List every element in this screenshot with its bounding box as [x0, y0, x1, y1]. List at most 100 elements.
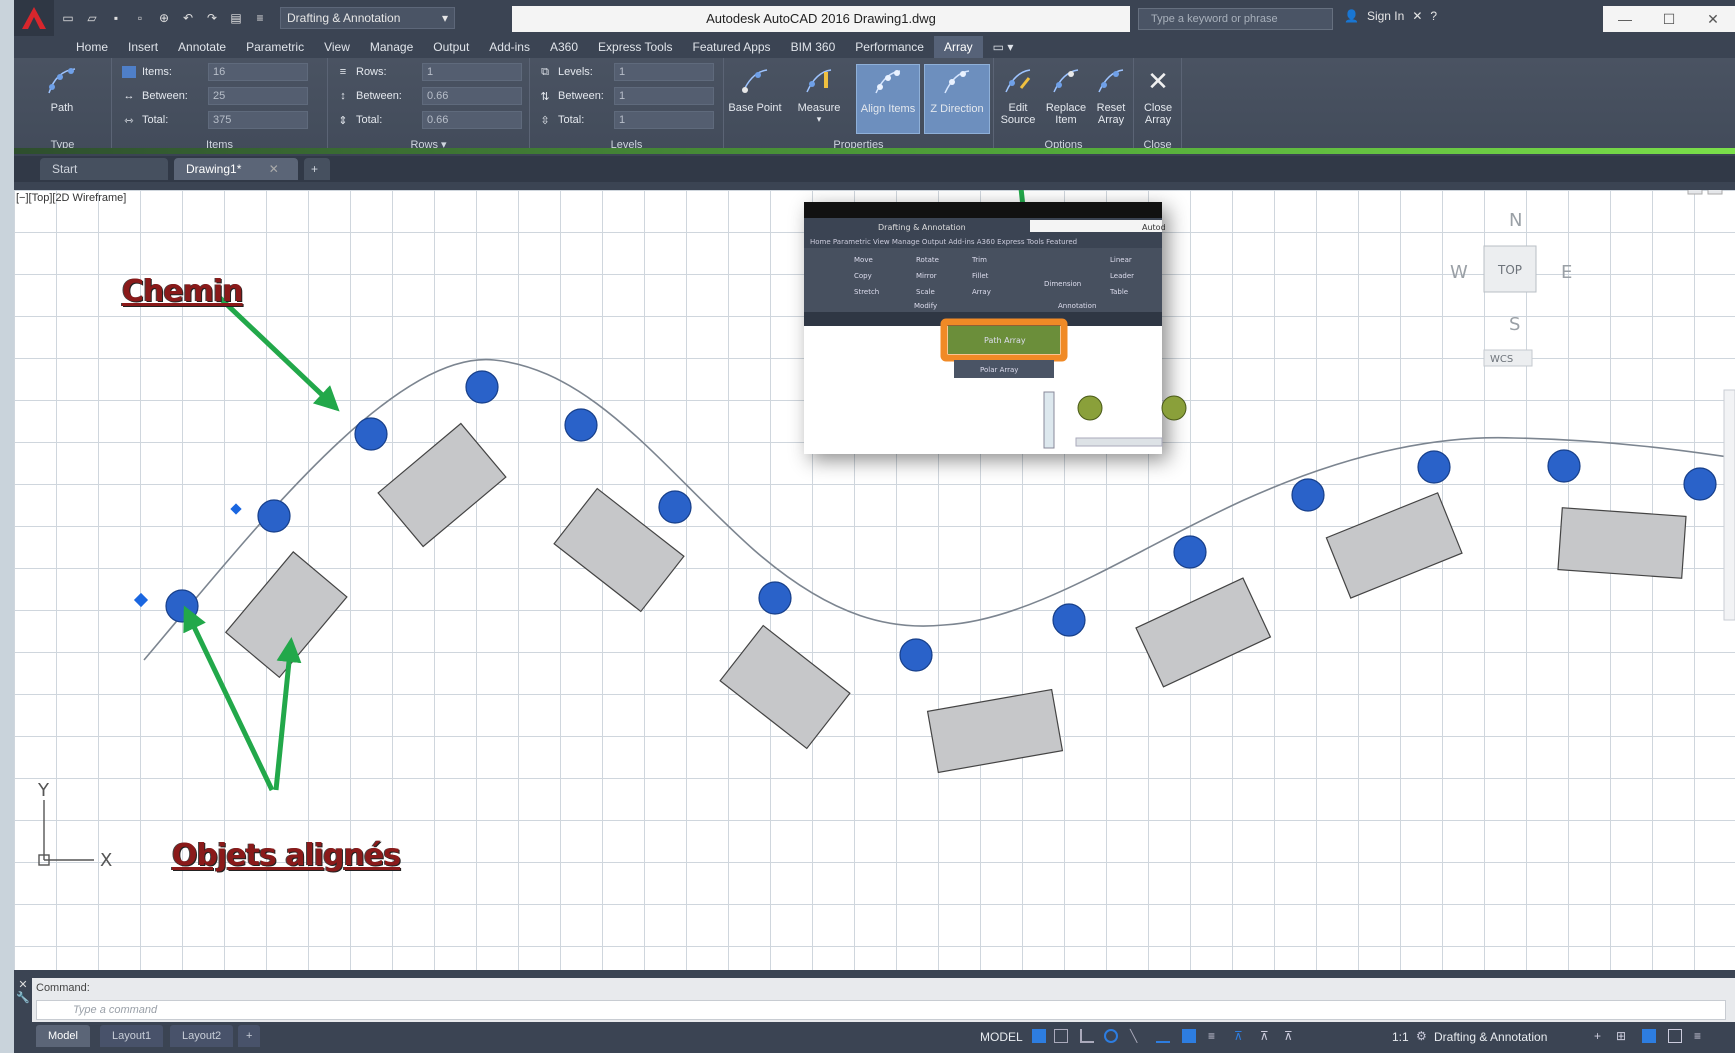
viewcube[interactable]: N W E S TOP WCS: [1450, 210, 1572, 367]
tab-output[interactable]: Output: [423, 36, 479, 58]
close-array-button[interactable]: ✕ Close Array: [1136, 64, 1180, 127]
items-total-input[interactable]: 375: [208, 111, 308, 129]
file-tab-drawing[interactable]: Drawing1* ✕: [174, 158, 298, 180]
share-icon[interactable]: ▤: [226, 8, 246, 28]
tab-home[interactable]: Home: [66, 36, 118, 58]
ortho-icon[interactable]: [1080, 1029, 1094, 1043]
path-grip-mid[interactable]: [230, 503, 242, 515]
command-input[interactable]: Type a command: [36, 1000, 1726, 1020]
annotation-scale-icon[interactable]: ⊼: [1284, 1029, 1298, 1043]
tab-add-ins[interactable]: Add-ins: [479, 36, 540, 58]
fullscreen-icon[interactable]: [1668, 1029, 1682, 1043]
tree-symbol[interactable]: [658, 490, 692, 524]
close-icon[interactable]: ✕: [269, 162, 279, 176]
plot-icon[interactable]: ⊕: [154, 8, 174, 28]
tree-symbol[interactable]: [257, 499, 291, 533]
reset-array-button[interactable]: Reset Array: [1090, 64, 1132, 126]
gear-icon[interactable]: ⚙: [1416, 1029, 1430, 1043]
tab-bim-360[interactable]: BIM 360: [781, 36, 846, 58]
tab-featured-apps[interactable]: Featured Apps: [683, 36, 781, 58]
layout-tab-layout2[interactable]: Layout2: [170, 1025, 234, 1047]
array-box[interactable]: [377, 422, 507, 548]
levels-total-input[interactable]: 1: [614, 111, 714, 129]
ribbon-minimize-icon[interactable]: ▭ ▾: [983, 36, 1024, 58]
layout-tab-layout1[interactable]: Layout1: [100, 1025, 164, 1047]
autocad-logo-icon[interactable]: [14, 0, 54, 36]
sign-in-area[interactable]: 👤 Sign In ✕ ?: [1344, 9, 1437, 23]
tree-symbol[interactable]: [564, 408, 598, 442]
rows-between-input[interactable]: 0.66: [422, 87, 522, 105]
exchange-icon[interactable]: ✕: [1412, 9, 1422, 23]
viewcube-west[interactable]: W: [1450, 262, 1468, 283]
file-tab-start[interactable]: Start: [40, 158, 168, 180]
tree-symbol[interactable]: [1417, 450, 1451, 484]
tree-symbol[interactable]: [354, 417, 388, 451]
tree-symbol[interactable]: [1683, 467, 1717, 501]
units-icon[interactable]: ⊞: [1616, 1029, 1630, 1043]
close-icon[interactable]: ✕: [14, 978, 32, 991]
measure-button[interactable]: Measure ▾: [790, 64, 848, 125]
items-between-input[interactable]: 25: [208, 87, 308, 105]
tab-performance[interactable]: Performance: [845, 36, 934, 58]
save-icon[interactable]: ▪: [106, 8, 126, 28]
tree-symbol[interactable]: [1291, 478, 1325, 512]
plus-icon[interactable]: +: [1594, 1029, 1608, 1043]
levels-between-input[interactable]: 1: [614, 87, 714, 105]
array-box[interactable]: [719, 624, 851, 750]
tree-symbol[interactable]: [165, 589, 199, 623]
workspace-switch[interactable]: Drafting & Annotation: [1434, 1030, 1547, 1044]
array-box[interactable]: [1135, 577, 1272, 688]
annotation-scale[interactable]: 1:1: [1392, 1030, 1409, 1044]
snap-icon[interactable]: [1054, 1029, 1068, 1043]
tab-view[interactable]: View: [314, 36, 360, 58]
rows-count-input[interactable]: 1: [422, 63, 522, 81]
tree-symbol[interactable]: [1547, 449, 1581, 483]
align-items-button[interactable]: Align Items: [856, 64, 920, 134]
tab-a360[interactable]: A360: [540, 36, 588, 58]
annotation-visibility-icon[interactable]: ⊼: [1260, 1029, 1274, 1043]
model-space-button[interactable]: MODEL: [980, 1030, 1023, 1044]
customization-icon[interactable]: ≡: [1694, 1029, 1708, 1043]
tree-symbol[interactable]: [1052, 603, 1086, 637]
tree-symbol[interactable]: [465, 370, 499, 404]
tab-insert[interactable]: Insert: [118, 36, 168, 58]
array-box[interactable]: [1325, 492, 1463, 599]
new-tab-icon[interactable]: +: [304, 158, 330, 180]
new-file-icon[interactable]: ▭: [58, 8, 78, 28]
edit-source-button[interactable]: Edit Source: [996, 64, 1040, 126]
transparency-icon[interactable]: ≡: [1208, 1029, 1222, 1043]
path-grip-start[interactable]: [133, 592, 149, 608]
array-box[interactable]: [926, 688, 1064, 774]
lineweight-icon[interactable]: [1182, 1029, 1196, 1043]
otrack-icon[interactable]: [1156, 1029, 1170, 1043]
properties-icon[interactable]: ≡: [250, 8, 270, 28]
help-icon[interactable]: ?: [1430, 9, 1437, 23]
path-type-button[interactable]: Path: [40, 64, 84, 114]
navigation-bar[interactable]: [1723, 389, 1735, 621]
viewcube-south[interactable]: S: [1509, 314, 1520, 335]
polar-icon[interactable]: [1104, 1029, 1118, 1043]
tab-manage[interactable]: Manage: [360, 36, 423, 58]
z-direction-button[interactable]: Z Direction: [924, 64, 990, 134]
customize-icon[interactable]: 🔧: [14, 991, 32, 1004]
redo-icon[interactable]: ↷: [202, 8, 222, 28]
base-point-button[interactable]: Base Point: [724, 64, 786, 114]
undo-icon[interactable]: ↶: [178, 8, 198, 28]
close-window-icon[interactable]: ✕: [1691, 6, 1735, 32]
osnap-icon[interactable]: ╲: [1130, 1029, 1144, 1043]
items-count-input[interactable]: 16: [208, 63, 308, 81]
viewcube-north[interactable]: N: [1509, 210, 1522, 231]
array-box[interactable]: [1557, 507, 1687, 579]
tab-array[interactable]: Array: [933, 36, 983, 58]
array-box[interactable]: [224, 551, 348, 679]
open-file-icon[interactable]: ▱: [82, 8, 102, 28]
tab-express-tools[interactable]: Express Tools: [588, 36, 682, 58]
tree-symbol[interactable]: [758, 581, 792, 615]
isolate-icon[interactable]: [1642, 1029, 1656, 1043]
grid-icon[interactable]: [1032, 1029, 1046, 1043]
maximize-icon[interactable]: ☐: [1647, 6, 1691, 32]
save-as-icon[interactable]: ▫: [130, 8, 150, 28]
workspace-dropdown[interactable]: Drafting & Annotation ▾: [280, 7, 455, 29]
search-input[interactable]: Type a keyword or phrase: [1138, 8, 1333, 30]
tab-annotate[interactable]: Annotate: [168, 36, 236, 58]
